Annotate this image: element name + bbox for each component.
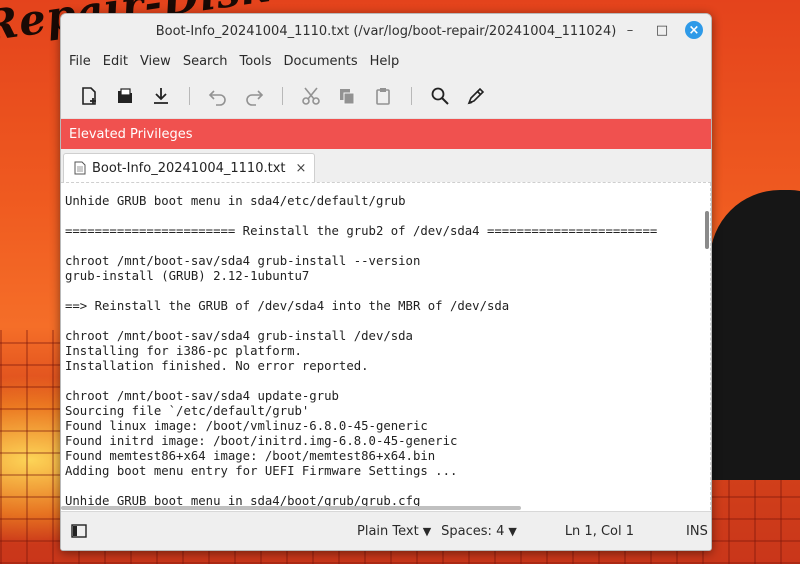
editor-right-margin — [710, 183, 711, 510]
insert-mode[interactable]: INS — [686, 524, 708, 539]
toolbar-separator — [411, 87, 412, 105]
window-controls: – □ × — [621, 21, 703, 39]
menu-search[interactable]: Search — [177, 54, 234, 69]
save-download-icon — [154, 88, 168, 104]
spaces-label: Spaces: 4 — [441, 523, 505, 539]
spellcheck-icon — [467, 87, 485, 105]
menu-help[interactable]: Help — [364, 54, 406, 69]
window-title: Boot-Info_20241004_1110.txt (/var/log/bo… — [155, 23, 617, 39]
infobar-message: Elevated Privileges — [69, 126, 193, 142]
chevron-down-icon: ▼ — [508, 524, 517, 538]
menu-edit[interactable]: Edit — [97, 54, 134, 69]
save-button[interactable] — [143, 81, 179, 111]
menu-documents[interactable]: Documents — [278, 54, 364, 69]
vertical-scrollbar[interactable] — [705, 211, 709, 249]
text-editor-area[interactable]: Unhide GRUB boot menu in sda4/etc/defaul… — [61, 182, 711, 510]
copy-button[interactable] — [329, 81, 365, 111]
redo-icon — [246, 90, 264, 106]
tab-boot-info[interactable]: Boot-Info_20241004_1110.txt × — [63, 153, 315, 182]
chevron-down-icon: ▼ — [422, 524, 432, 538]
document-icon — [74, 161, 86, 175]
elevated-privileges-bar: Elevated Privileges — [61, 119, 711, 149]
search-icon — [431, 87, 449, 105]
editor-content[interactable]: Unhide GRUB boot menu in sda4/etc/defaul… — [61, 183, 711, 509]
toolbar-separator — [189, 87, 190, 105]
toolbar-separator — [282, 87, 283, 105]
new-document-icon — [82, 87, 96, 105]
cut-icon — [302, 87, 320, 105]
new-document-button[interactable] — [71, 81, 107, 111]
menu-view[interactable]: View — [134, 54, 177, 69]
undo-button[interactable] — [200, 81, 236, 111]
paste-icon — [376, 88, 390, 105]
title-bar[interactable]: Boot-Info_20241004_1110.txt (/var/log/bo… — [61, 14, 711, 48]
cut-button[interactable] — [293, 81, 329, 111]
text-editor-window: Boot-Info_20241004_1110.txt (/var/log/bo… — [60, 13, 712, 551]
menu-file[interactable]: File — [63, 54, 97, 69]
menu-bar: File Edit View Search Tools Documents He… — [61, 48, 711, 74]
close-button[interactable]: × — [685, 21, 703, 39]
syntax-selector[interactable]: Plain Text ▼ — [357, 524, 431, 539]
open-document-button[interactable] — [107, 81, 143, 111]
open-document-icon — [118, 88, 132, 103]
minimize-button[interactable]: – — [621, 21, 639, 39]
tab-close-icon[interactable]: × — [296, 161, 307, 176]
paste-button[interactable] — [365, 81, 401, 111]
side-panel-toggle[interactable] — [69, 521, 89, 541]
maximize-button[interactable]: □ — [653, 21, 671, 39]
undo-icon — [208, 90, 226, 106]
redo-button[interactable] — [236, 81, 272, 111]
syntax-label: Plain Text — [357, 523, 419, 539]
horizontal-scrollbar[interactable] — [61, 506, 521, 510]
tab-bar: Boot-Info_20241004_1110.txt × — [61, 149, 711, 183]
status-bar: Plain Text ▼ Spaces: 4 ▼ Ln 1, Col 1 INS — [61, 511, 711, 550]
cursor-position: Ln 1, Col 1 — [564, 523, 635, 539]
toolbar — [61, 74, 711, 119]
tab-label: Boot-Info_20241004_1110.txt — [92, 160, 286, 176]
copy-icon — [340, 89, 355, 105]
spellcheck-button[interactable] — [458, 81, 494, 111]
menu-tools[interactable]: Tools — [233, 54, 277, 69]
find-button[interactable] — [422, 81, 458, 111]
spaces-selector[interactable]: Spaces: 4 ▼ — [441, 524, 517, 539]
side-panel-icon — [71, 524, 87, 538]
